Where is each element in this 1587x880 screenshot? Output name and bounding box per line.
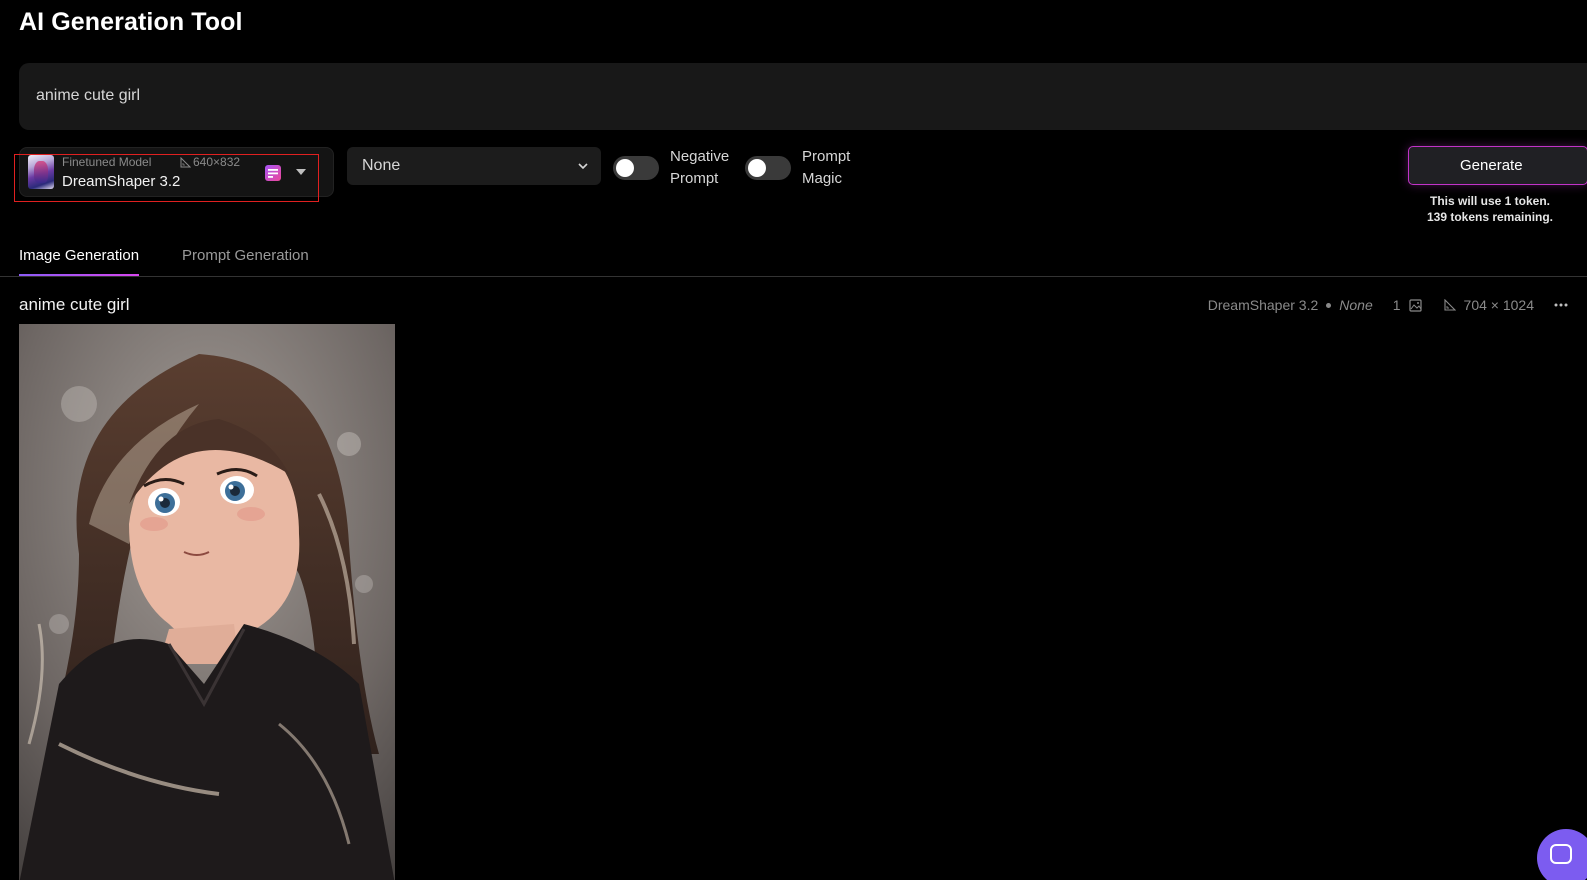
model-name: DreamShaper 3.2	[62, 173, 181, 190]
token-usage-text: This will use 1 token.	[1429, 194, 1551, 208]
image-icon	[1408, 298, 1422, 312]
style-select[interactable]: None	[347, 147, 601, 185]
model-thumbnail	[28, 155, 54, 189]
generated-image[interactable]	[19, 324, 395, 880]
tab-image-generation[interactable]: Image Generation	[19, 247, 140, 276]
token-info: This will use 1 token. 139 tokens remain…	[1410, 193, 1570, 225]
negative-prompt-toggle[interactable]	[613, 156, 659, 180]
model-resolution-value: 640×832	[193, 155, 241, 169]
separator-dot	[1326, 302, 1332, 308]
style-select-value: None	[362, 157, 401, 174]
prompt-input[interactable]: anime cute girl	[19, 63, 1587, 130]
tokens-remaining-text: 139 tokens remaining.	[1426, 210, 1554, 224]
generate-button[interactable]: Generate	[1408, 146, 1587, 185]
prompt-magic-label-line1: Prompt	[802, 148, 851, 165]
app-root: AI Generation Tool anime cute girl Finet…	[0, 0, 1587, 880]
chat-icon	[1550, 844, 1572, 864]
model-resolution: 640×832	[180, 155, 240, 169]
prompt-input-value: anime cute girl	[36, 87, 141, 104]
generation-meta: DreamShaper 3.2 None 1 704 × 1024	[1208, 297, 1568, 313]
tab-prompt-generation[interactable]: Prompt Generation	[182, 247, 309, 274]
generated-image-artwork	[19, 324, 395, 880]
toggle-knob	[748, 159, 766, 177]
generation-model: DreamShaper 3.2	[1207, 297, 1319, 313]
caret-down-icon[interactable]	[296, 169, 306, 175]
help-chat-button[interactable]	[1537, 829, 1587, 880]
generation-title: anime cute girl	[19, 295, 130, 314]
more-horizontal-icon[interactable]	[1554, 303, 1568, 307]
generation-style: None	[1339, 297, 1373, 313]
generation-dimensions: 704 × 1024	[1463, 297, 1534, 313]
generation-count: 1	[1392, 297, 1401, 313]
ruler-triangle-icon	[1443, 299, 1456, 311]
page-title: AI Generation Tool	[19, 8, 243, 36]
document-icon[interactable]	[264, 164, 282, 182]
toggle-knob	[616, 159, 634, 177]
chevron-down-icon	[578, 163, 588, 170]
model-selector[interactable]: Finetuned Model 640×832 DreamShaper 3.2	[19, 147, 334, 197]
ruler-triangle-icon	[180, 156, 191, 167]
prompt-magic-label: Prompt Magic	[802, 146, 892, 190]
prompt-magic-label-line2: Magic	[802, 170, 843, 187]
tab-bar: Image Generation Prompt Generation	[0, 240, 1587, 277]
prompt-magic-toggle[interactable]	[745, 156, 791, 180]
model-kind-label: Finetuned Model	[62, 155, 152, 169]
